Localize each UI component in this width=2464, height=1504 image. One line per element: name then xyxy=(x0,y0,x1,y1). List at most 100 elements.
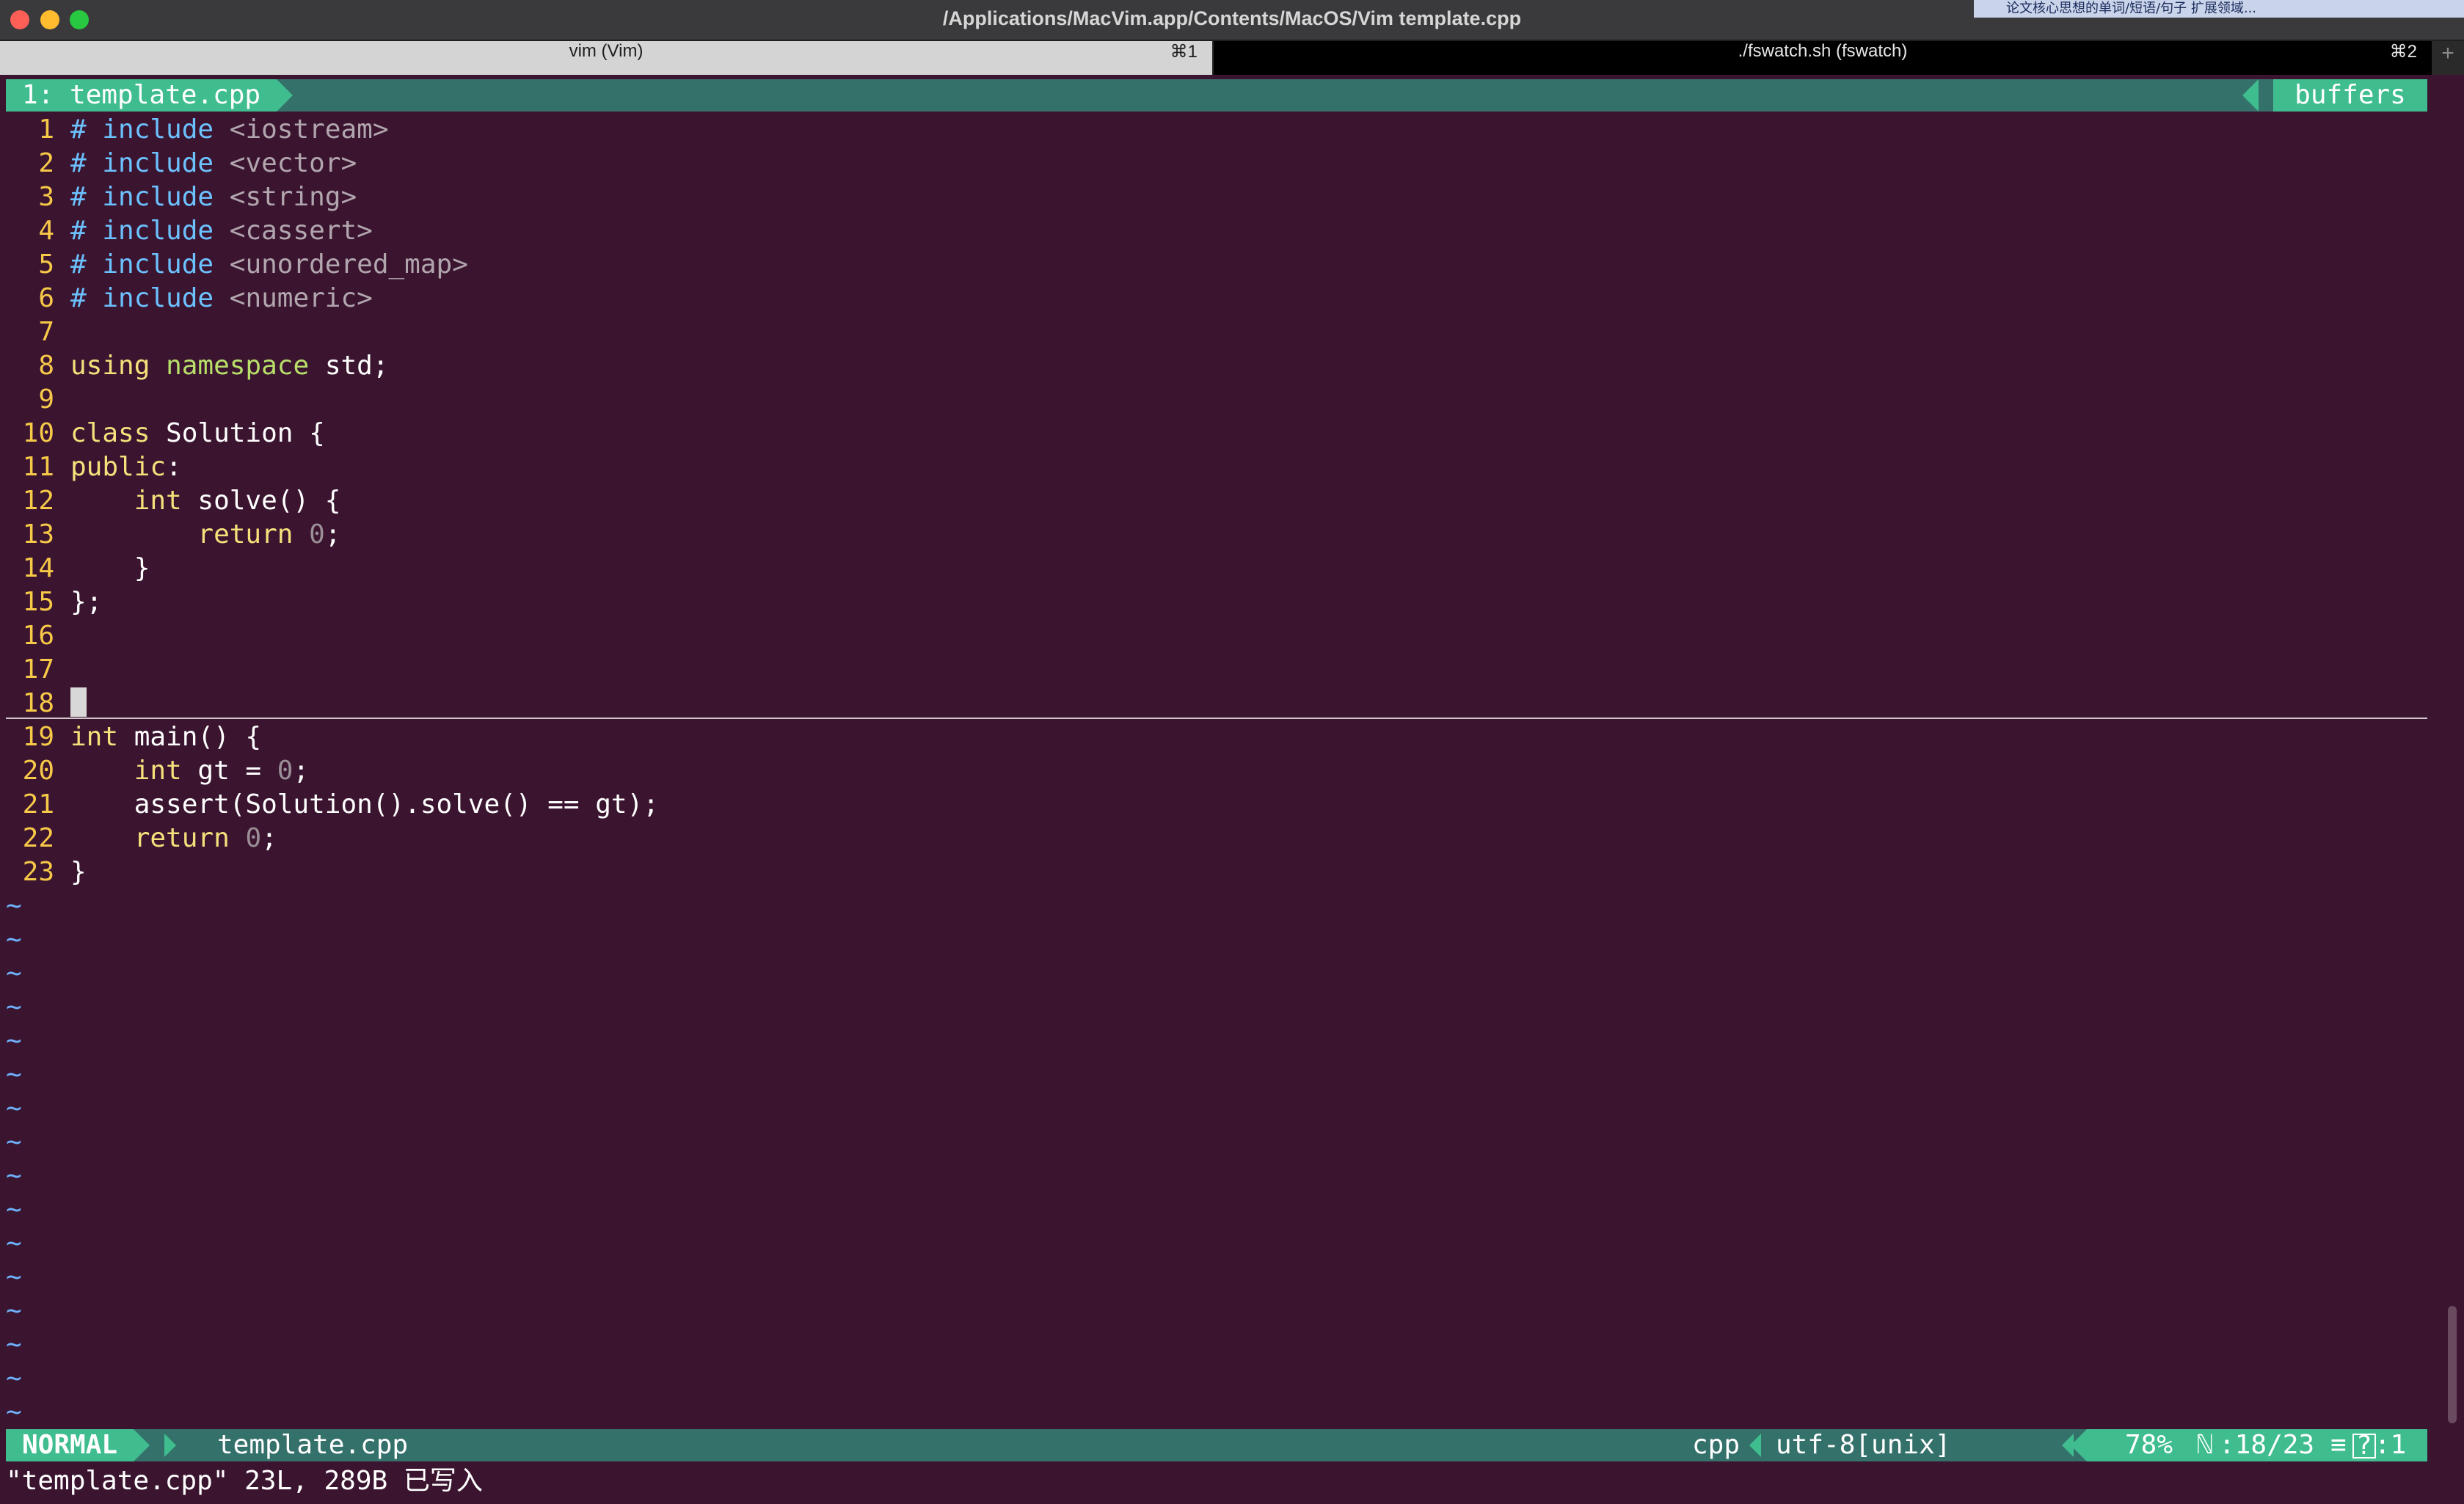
help-icon: ? xyxy=(2352,1433,2376,1459)
code-line[interactable]: 18 xyxy=(6,687,2427,720)
code-editor[interactable]: 1 # include <iostream> 2 # include <vector>… xyxy=(6,113,2427,889)
empty-line-tilde: ~ xyxy=(6,1296,22,1326)
code-token: ; xyxy=(324,519,341,550)
code-line[interactable]: 7 xyxy=(6,315,2427,349)
line-number: 14 xyxy=(22,553,54,583)
empty-line-tilde: ~ xyxy=(6,1228,22,1258)
code-token: return xyxy=(134,823,230,853)
new-tab-plus-icon[interactable]: + xyxy=(2432,41,2464,75)
code-line[interactable]: 17 xyxy=(6,653,2427,687)
code-token: public xyxy=(70,452,167,482)
terminal-tab-bar: vim (Vim) ⌘1 ./fswatch.sh (fswatch) ⌘2 + xyxy=(0,41,2464,75)
code-line[interactable]: 23} xyxy=(6,855,2427,889)
code-line[interactable]: 4 # include <cassert> xyxy=(6,214,2427,248)
cursorline-separator xyxy=(6,718,2427,719)
code-line[interactable]: 6 # include <numeric> xyxy=(6,282,2427,315)
code-line[interactable]: 1 # include <iostream> xyxy=(6,113,2427,147)
tab-label: vim (Vim) xyxy=(569,41,644,61)
line-number: 18 xyxy=(22,688,54,718)
code-token: solve() { xyxy=(181,486,341,516)
code-token: std; xyxy=(309,351,389,381)
code-token: 0 xyxy=(245,823,262,853)
code-line[interactable]: 5 # include <unordered_map> xyxy=(6,248,2427,282)
empty-line-tilde: ~ xyxy=(6,1194,22,1224)
line-number: 8 xyxy=(38,351,54,381)
statusline-encoding: utf-8[unix] xyxy=(1776,1430,1951,1460)
code-line[interactable]: 13 return 0; xyxy=(6,518,2427,552)
code-line[interactable]: 10 class Solution { xyxy=(6,417,2427,450)
code-token: main() { xyxy=(118,722,262,752)
code-token: # include xyxy=(70,216,214,246)
powerline-arrow-icon xyxy=(2242,79,2259,112)
code-line[interactable]: 21 assert(Solution().solve() == gt); xyxy=(6,788,2427,822)
line-number: 10 xyxy=(22,418,54,448)
tab-fswatch[interactable]: ./fswatch.sh (fswatch) ⌘2 xyxy=(1214,41,2432,75)
line-number: 6 xyxy=(38,283,54,313)
powerline-arrow-icon xyxy=(1749,1434,1761,1457)
code-line[interactable]: 14 } xyxy=(6,552,2427,585)
line-number: 3 xyxy=(38,182,54,212)
line-number: 16 xyxy=(22,621,54,651)
code-line[interactable]: 20 int gt = 0; xyxy=(6,754,2427,788)
scrollbar-thumb[interactable] xyxy=(2448,1306,2457,1423)
code-line[interactable]: 8 using namespace std; xyxy=(6,349,2427,383)
code-token: return xyxy=(197,519,294,550)
code-token: } xyxy=(70,553,150,583)
line-number: 19 xyxy=(22,722,54,752)
tab-shortcut: ⌘1 xyxy=(1170,42,1198,62)
code-token: <iostream> xyxy=(229,114,389,145)
empty-line-tilde: ~ xyxy=(6,924,22,954)
statusline-position-section: 78% ℕ :18/23 ≡ ? :1 xyxy=(2071,1429,2427,1461)
text-cursor xyxy=(70,687,87,717)
empty-line-tilde: ~ xyxy=(6,1329,22,1359)
code-line[interactable]: 15}; xyxy=(6,585,2427,619)
code-line[interactable]: 19 int main() { xyxy=(6,720,2427,754)
code-line[interactable]: 11 public: xyxy=(6,450,2427,484)
code-token: gt = xyxy=(181,756,277,786)
code-token: # include xyxy=(70,114,214,145)
vim-statusline: NORMAL template.cpp cpp utf-8[unix] 78% … xyxy=(6,1429,2427,1461)
code-line[interactable]: 9 xyxy=(6,383,2427,417)
code-token: <numeric> xyxy=(229,283,373,313)
code-token: <vector> xyxy=(229,148,357,178)
line-number: 23 xyxy=(22,857,54,887)
code-line[interactable]: 22 return 0; xyxy=(6,822,2427,855)
code-token: <string> xyxy=(229,182,357,212)
buffer-tab-current[interactable]: 1: template.cpp xyxy=(6,79,294,112)
code-line[interactable]: 12 int solve() { xyxy=(6,484,2427,518)
tab-vim[interactable]: vim (Vim) ⌘1 xyxy=(0,41,1212,75)
buffers-label: buffers xyxy=(2273,79,2427,112)
code-token: Solution { xyxy=(150,418,325,448)
macvim-window: /Applications/MacVim.app/Contents/MacOS/… xyxy=(0,0,2464,1504)
empty-line-tilde: ~ xyxy=(6,1059,22,1089)
line-number: 13 xyxy=(22,519,54,550)
code-token: assert(Solution().solve() == gt); xyxy=(70,789,659,819)
code-line[interactable]: 3 # include <string> xyxy=(6,180,2427,214)
line-number: 1 xyxy=(38,114,54,145)
command-line-message: "template.cpp" 23L, 289B 已写入 xyxy=(6,1466,483,1496)
code-line[interactable]: 2 # include <vector> xyxy=(6,147,2427,180)
statusline-percent: 78% xyxy=(2125,1430,2173,1460)
empty-line-tilde: ~ xyxy=(6,1127,22,1157)
code-line[interactable]: 16 xyxy=(6,619,2427,653)
line-number: 2 xyxy=(38,148,54,178)
ime-candidate-hint: 论文核心思想的单词/短语/句子 扩展领域... xyxy=(1974,0,2464,18)
empty-line-tilde: ~ xyxy=(6,1363,22,1393)
code-token: # include xyxy=(70,148,214,178)
code-token: # include xyxy=(70,283,214,313)
code-token: <unordered_map> xyxy=(229,249,468,280)
code-token: <cassert> xyxy=(229,216,373,246)
code-token: : xyxy=(166,452,182,482)
tab-label: ./fswatch.sh (fswatch) xyxy=(1738,41,1908,61)
code-token: namespace xyxy=(166,351,310,381)
empty-line-tilde: ~ xyxy=(6,992,22,1022)
code-token: } xyxy=(70,857,87,887)
